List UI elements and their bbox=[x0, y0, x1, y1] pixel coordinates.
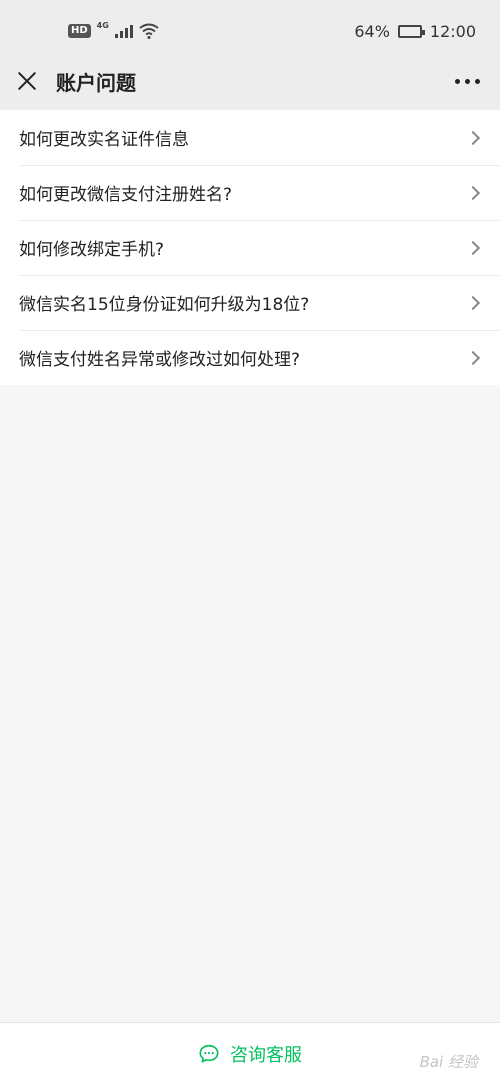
list-item-upgrade-id[interactable]: 微信实名15位身份证如何升级为18位? bbox=[0, 275, 500, 330]
list-item-label: 微信实名15位身份证如何升级为18位? bbox=[19, 295, 310, 315]
chevron-right-icon bbox=[465, 185, 481, 200]
clock: 12:00 bbox=[429, 21, 476, 41]
signal-icon bbox=[114, 24, 133, 38]
chevron-right-icon bbox=[465, 295, 481, 310]
question-list: 如何更改实名证件信息 如何更改微信支付注册姓名? 如何修改绑定手机? 微信实名1… bbox=[0, 110, 500, 385]
list-item-label: 如何更改微信支付注册姓名? bbox=[19, 185, 233, 205]
battery-icon bbox=[397, 24, 425, 38]
list-item-label: 如何修改绑定手机? bbox=[19, 240, 165, 260]
wifi-icon bbox=[139, 23, 159, 39]
list-item-label: 如何更改实名证件信息 bbox=[19, 130, 189, 150]
nav-bar: 账户问题 bbox=[0, 52, 500, 110]
list-item-label: 微信支付姓名异常或修改过如何处理? bbox=[19, 350, 301, 370]
list-item-change-phone[interactable]: 如何修改绑定手机? bbox=[0, 220, 500, 275]
watermark: Bai 经验 bbox=[419, 1053, 478, 1071]
status-right: 64% 12:00 bbox=[354, 22, 476, 41]
status-left: HD 4G bbox=[68, 20, 159, 39]
more-dots-icon[interactable] bbox=[451, 71, 484, 92]
page-title: 账户问题 bbox=[56, 70, 136, 95]
hd-badge: HD bbox=[68, 24, 91, 38]
chat-bubble-icon bbox=[199, 1044, 219, 1063]
battery-percent: 64% bbox=[354, 21, 390, 41]
chevron-right-icon bbox=[465, 130, 481, 145]
list-item-real-name-id[interactable]: 如何更改实名证件信息 bbox=[0, 110, 500, 165]
list-item-change-pay-name[interactable]: 如何更改微信支付注册姓名? bbox=[0, 165, 500, 220]
list-item-name-abnormal[interactable]: 微信支付姓名异常或修改过如何处理? bbox=[0, 330, 500, 385]
close-icon[interactable] bbox=[16, 70, 38, 92]
screen: HD 4G 64% 12:00 账户问题 如何更改实名证件信息 如何更改微信支付… bbox=[0, 0, 500, 1084]
contact-support-label: 咨询客服 bbox=[230, 1044, 302, 1066]
chevron-right-icon bbox=[465, 240, 481, 255]
chevron-right-icon bbox=[465, 350, 481, 365]
network-type: 4G bbox=[96, 20, 109, 30]
